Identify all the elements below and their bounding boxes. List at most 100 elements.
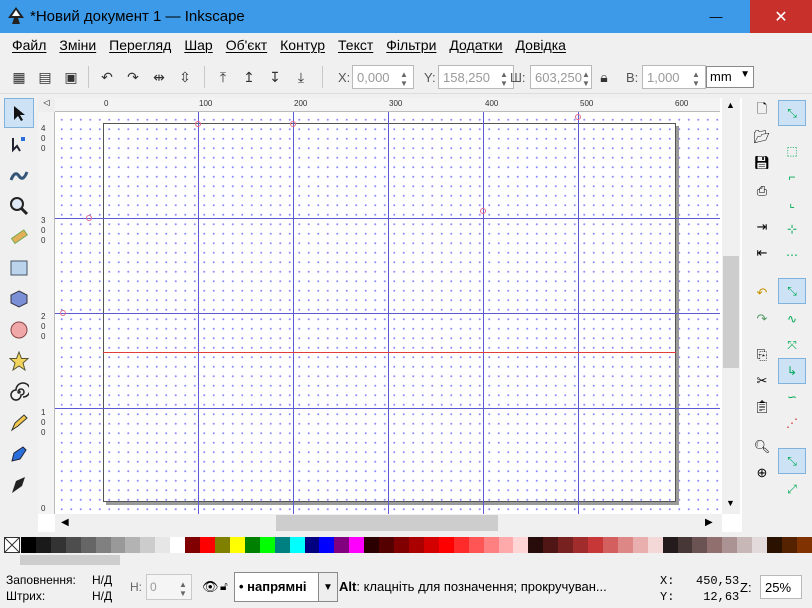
select-all-layers-icon[interactable]: ▤ (34, 66, 56, 88)
color-swatch[interactable] (200, 537, 215, 553)
menu-path[interactable]: Контур (280, 37, 325, 53)
copy-icon[interactable]: ⎘ (750, 344, 774, 366)
tweak-tool-icon[interactable] (4, 160, 34, 190)
zoom-drawing-icon[interactable]: ⊕ (750, 462, 774, 484)
color-swatch[interactable] (617, 537, 633, 553)
vertical-scroll-thumb[interactable] (723, 256, 739, 368)
horizontal-guide[interactable] (55, 408, 720, 409)
menu-extensions[interactable]: Додатки (449, 37, 502, 53)
color-swatch[interactable] (692, 537, 708, 553)
spin-arrows-icon[interactable]: ▲ ▼ (178, 580, 188, 598)
no-paint-swatch[interactable] (4, 537, 20, 553)
stroke-value[interactable]: Н/Д (92, 589, 112, 603)
snap-rotation-center-icon[interactable]: ⤢ (778, 476, 806, 502)
color-swatch[interactable] (185, 537, 201, 553)
minimize-button[interactable]: — (700, 0, 732, 33)
scroll-right-icon[interactable]: ▶ (705, 517, 713, 528)
print-icon[interactable]: ⎙ (750, 180, 774, 202)
color-swatch[interactable] (259, 537, 275, 553)
selector-tool-icon[interactable] (4, 98, 34, 128)
horizontal-guide[interactable] (55, 313, 720, 314)
color-swatch[interactable] (707, 537, 723, 553)
color-swatch[interactable] (632, 537, 648, 553)
flip-horizontal-icon[interactable]: ⇹ (148, 66, 170, 88)
flip-vertical-icon[interactable]: ⇳ (174, 66, 196, 88)
raise-icon[interactable]: ↥ (238, 66, 260, 88)
color-palette[interactable] (21, 537, 812, 553)
color-swatch[interactable] (722, 537, 738, 553)
spiral-tool-icon[interactable] (4, 377, 34, 407)
y-field[interactable]: 158,250 ▲ ▼ (438, 65, 514, 89)
color-swatch[interactable] (662, 537, 678, 553)
ellipse-tool-icon[interactable] (4, 315, 34, 345)
color-swatch[interactable] (80, 537, 96, 553)
menu-layer[interactable]: Шар (184, 37, 212, 53)
pen-tool-icon[interactable] (4, 439, 34, 469)
opacity-field[interactable]: 0 ▲ ▼ (146, 574, 192, 600)
snap-intersections-icon[interactable]: ⤧ (778, 332, 806, 358)
visibility-eye-icon[interactable]: 👁︎ (202, 579, 219, 595)
paste-icon[interactable]: 📋︎ (750, 396, 774, 418)
menu-edit[interactable]: Зміни (59, 37, 96, 53)
rectangle-tool-icon[interactable] (4, 253, 34, 283)
selected-guide[interactable] (103, 352, 676, 353)
color-swatch[interactable] (349, 537, 365, 553)
color-swatch[interactable] (423, 537, 439, 553)
color-swatch[interactable] (468, 537, 484, 553)
menu-object[interactable]: Об'єкт (226, 37, 267, 53)
color-swatch[interactable] (155, 537, 171, 553)
color-swatch[interactable] (513, 537, 529, 553)
color-swatch[interactable] (229, 537, 245, 553)
color-swatch[interactable] (558, 537, 574, 553)
snap-centers-icon[interactable]: ⤡ (778, 448, 806, 474)
scroll-down-icon[interactable]: ▼ (726, 498, 735, 508)
chevron-down-icon[interactable]: ▼ (318, 572, 338, 602)
measure-tool-icon[interactable] (4, 222, 34, 252)
snap-bbox-midpoint-icon[interactable]: ⊹ (778, 216, 806, 242)
color-swatch[interactable] (543, 537, 559, 553)
deselect-icon[interactable]: ▣ (60, 66, 82, 88)
zoom-tool-icon[interactable] (4, 191, 34, 221)
calligraphy-tool-icon[interactable] (4, 470, 34, 500)
snap-nodes-icon[interactable]: ⤡ (778, 278, 806, 304)
height-field[interactable]: 1,000 ▲ ▼ (642, 65, 706, 89)
snap-paths-icon[interactable]: ∿ (778, 306, 806, 332)
color-swatch[interactable] (304, 537, 320, 553)
color-swatch[interactable] (438, 537, 454, 553)
new-document-icon[interactable]: 🗋︎ (750, 100, 774, 122)
zoom-selection-icon[interactable]: 🔍︎ (750, 436, 774, 458)
palette-scrollbar[interactable] (12, 554, 792, 566)
color-swatch[interactable] (394, 537, 409, 553)
menu-text[interactable]: Текст (338, 37, 373, 53)
snap-toggle-icon[interactable]: ⤡ (778, 100, 806, 126)
unit-select[interactable]: mm ▼ (706, 66, 754, 88)
scroll-left-icon[interactable]: ◀ (61, 517, 69, 528)
color-swatch[interactable] (334, 537, 350, 553)
color-swatch[interactable] (110, 537, 126, 553)
3d-box-tool-icon[interactable] (4, 284, 34, 314)
save-icon[interactable]: 💾︎ (750, 152, 774, 174)
fill-value[interactable]: Н/Д (92, 573, 112, 587)
color-swatch[interactable] (170, 537, 186, 553)
scroll-up-icon[interactable]: ▲ (726, 100, 735, 110)
spin-arrows-icon[interactable]: ▲ ▼ (399, 70, 409, 88)
menu-help[interactable]: Довідка (516, 37, 566, 53)
color-swatch[interactable] (782, 537, 797, 553)
color-swatch[interactable] (319, 537, 335, 553)
lower-to-bottom-icon[interactable]: ⤓ (290, 66, 312, 88)
color-swatch[interactable] (244, 537, 260, 553)
color-swatch[interactable] (65, 537, 81, 553)
color-swatch[interactable] (796, 537, 812, 553)
color-swatch[interactable] (379, 537, 395, 553)
spin-arrows-icon[interactable]: ▲ ▼ (499, 70, 509, 88)
lock-icon[interactable]: 🔒︎ (596, 66, 612, 88)
horizontal-guide[interactable] (55, 218, 720, 219)
lower-icon[interactable]: ↧ (264, 66, 286, 88)
redo-icon[interactable]: ↷ (750, 308, 774, 330)
node-tool-icon[interactable] (4, 129, 34, 159)
snap-midpoints-icon[interactable]: ⋰ (778, 410, 806, 436)
undo-icon[interactable]: ↶ (750, 282, 774, 304)
color-swatch[interactable] (453, 537, 469, 553)
snap-cusp-nodes-icon[interactable]: ↳ (778, 358, 806, 384)
color-swatch[interactable] (767, 537, 783, 553)
